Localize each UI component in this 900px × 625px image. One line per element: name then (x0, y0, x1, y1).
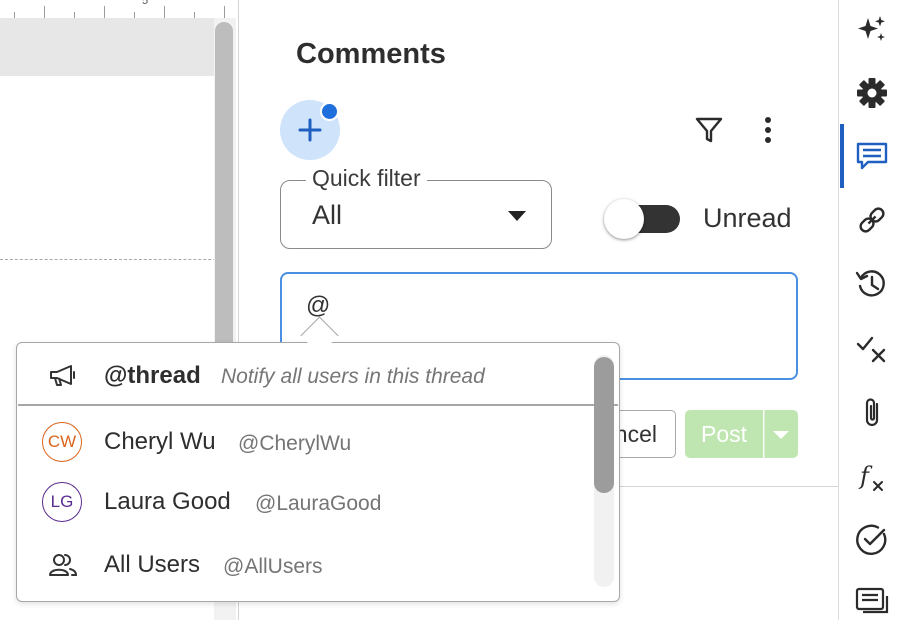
post-button[interactable]: Post (685, 410, 763, 458)
megaphone-icon (48, 362, 78, 390)
user-option-name[interactable]: Cheryl Wu (104, 428, 216, 456)
function-icon[interactable]: f (854, 458, 890, 494)
ruler: 5 (0, 0, 236, 19)
popup-separator (18, 404, 618, 406)
comments-icon[interactable] (854, 138, 890, 174)
check-circle-icon[interactable] (854, 522, 890, 558)
paperclip-icon[interactable] (854, 394, 890, 430)
panel-title: Comments (296, 38, 446, 70)
quick-filter-value: All (312, 200, 343, 230)
thread-mention-option[interactable]: @thread (104, 362, 201, 390)
check-x-icon[interactable] (854, 330, 890, 366)
popup-scrollbar-thumb[interactable] (594, 357, 614, 493)
dropdown-arrow-icon (508, 211, 526, 221)
divider (600, 486, 838, 487)
document-scrollbar-thumb[interactable] (215, 22, 233, 362)
notes-icon[interactable] (854, 584, 890, 620)
page-break-line (0, 259, 236, 260)
users-group-icon (48, 551, 78, 579)
sparkle-icon[interactable] (854, 12, 890, 48)
user-option-handle: @LauraGood (255, 492, 382, 515)
user-option-name[interactable]: All Users (104, 551, 200, 579)
quick-filter-label: Quick filter (306, 165, 427, 192)
user-option-name[interactable]: Laura Good (104, 488, 231, 516)
thread-mention-description: Notify all users in this thread (221, 365, 485, 388)
active-indicator (840, 124, 844, 188)
unread-label: Unread (703, 203, 792, 233)
ruler-number: 5 (142, 0, 149, 7)
notification-dot (320, 102, 339, 121)
more-options-button[interactable] (757, 114, 779, 146)
more-vertical-icon (765, 117, 771, 143)
user-option-handle: @AllUsers (223, 555, 323, 578)
unread-toggle-knob[interactable] (604, 199, 644, 239)
avatar: CW (42, 422, 82, 462)
gear-icon[interactable] (854, 75, 890, 111)
avatar: LG (42, 482, 82, 522)
filter-button[interactable] (693, 114, 725, 146)
sidebar-border (838, 0, 839, 620)
plus-icon (298, 118, 322, 142)
filter-icon (695, 117, 723, 143)
link-icon[interactable] (854, 202, 890, 238)
chevron-down-icon (773, 431, 789, 439)
user-option-handle: @CherylWu (238, 432, 352, 455)
svg-text:f: f (858, 462, 873, 490)
document-header-region (0, 18, 214, 76)
history-icon[interactable] (854, 266, 890, 302)
